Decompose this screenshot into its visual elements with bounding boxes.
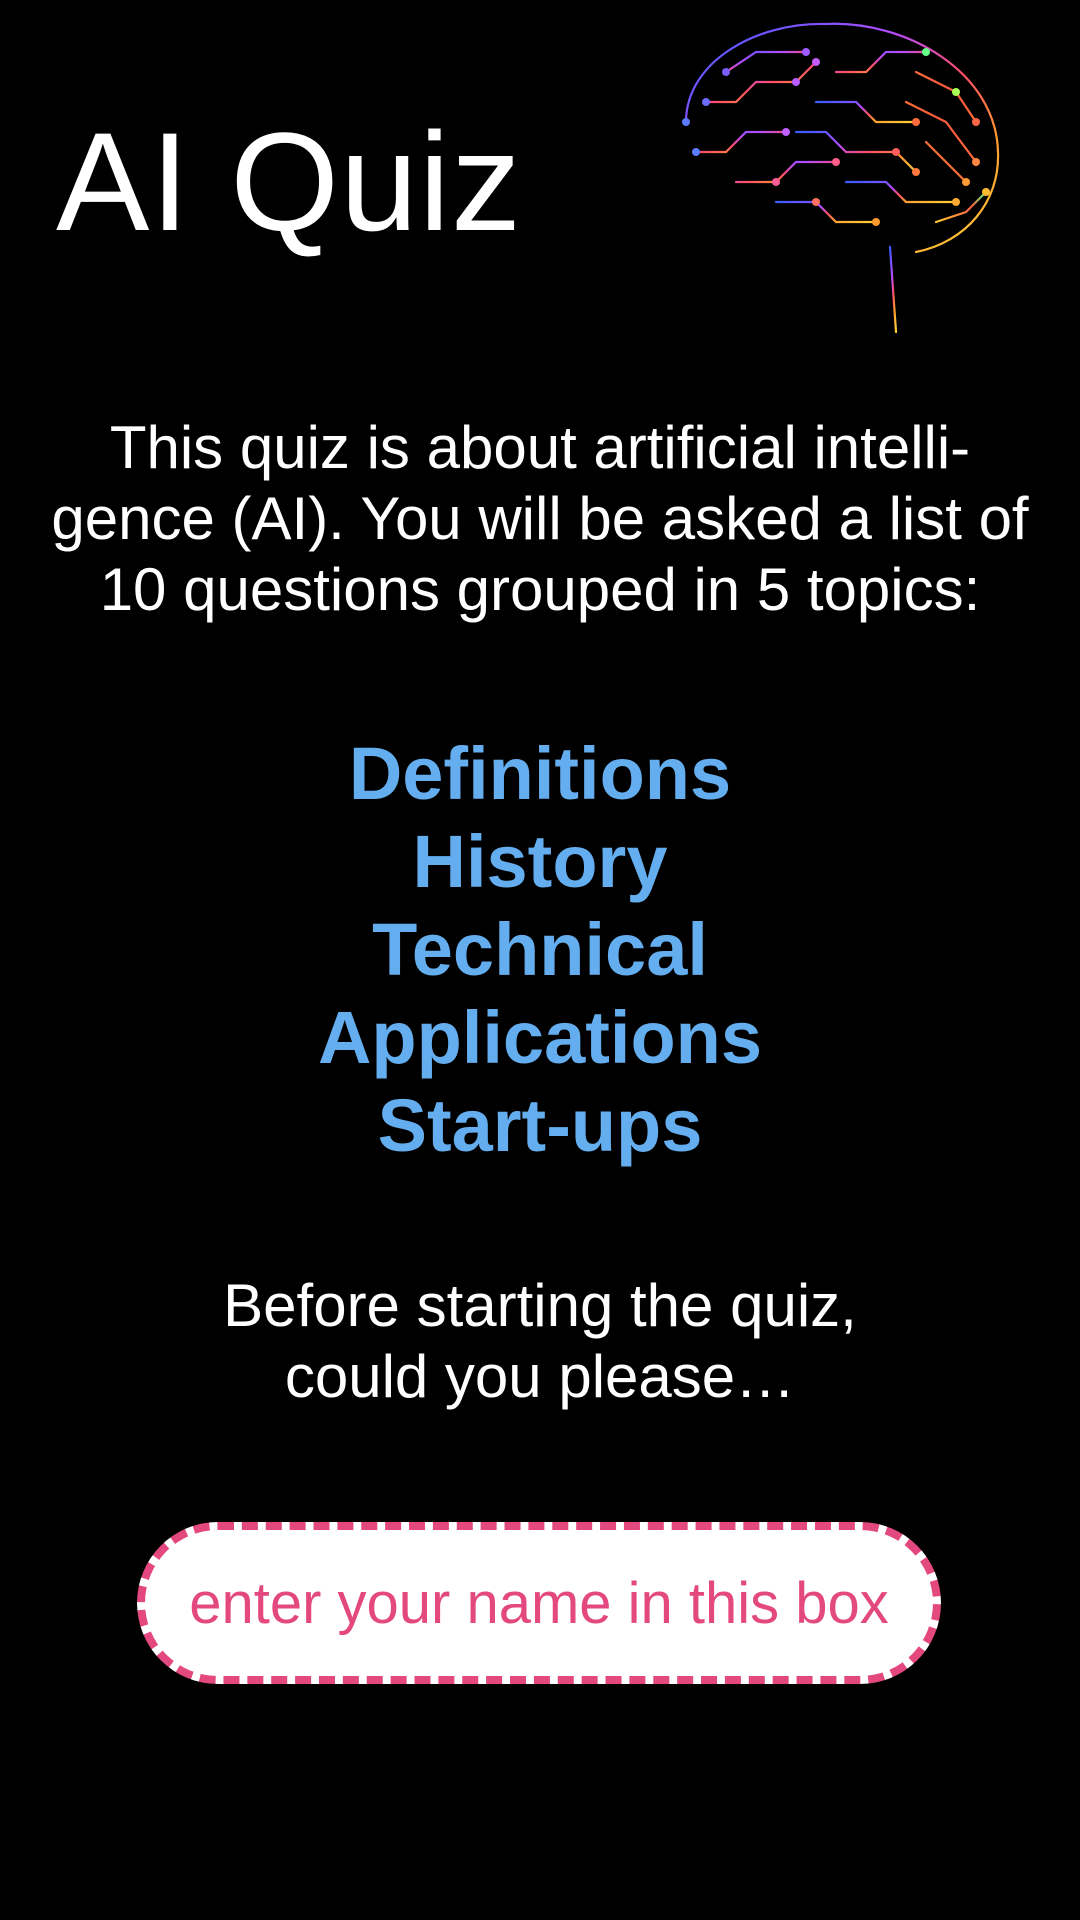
topic-list: Definitions History Technical Applicatio…: [0, 730, 1080, 1170]
topic-start-ups: Start-ups: [377, 1084, 703, 1167]
name-field-container[interactable]: [137, 1522, 941, 1684]
circuit-brain-icon: [682, 22, 1000, 354]
name-prompt-line-2: could you please…: [284, 1343, 796, 1410]
topic-definitions: Definitions: [348, 732, 732, 815]
name-input[interactable]: [165, 1568, 913, 1638]
name-prompt-line-1: Before starting the quiz,: [223, 1272, 857, 1339]
topic-history: History: [412, 820, 668, 903]
quiz-description: This quiz is about artificial intelli-ge…: [51, 414, 1029, 623]
topic-technical: Technical: [372, 908, 708, 991]
topic-applications: Applications: [317, 996, 763, 1079]
page-title: AI Quiz: [56, 103, 523, 260]
name-prompt: Before starting the quiz, could you plea…: [0, 1270, 1080, 1412]
